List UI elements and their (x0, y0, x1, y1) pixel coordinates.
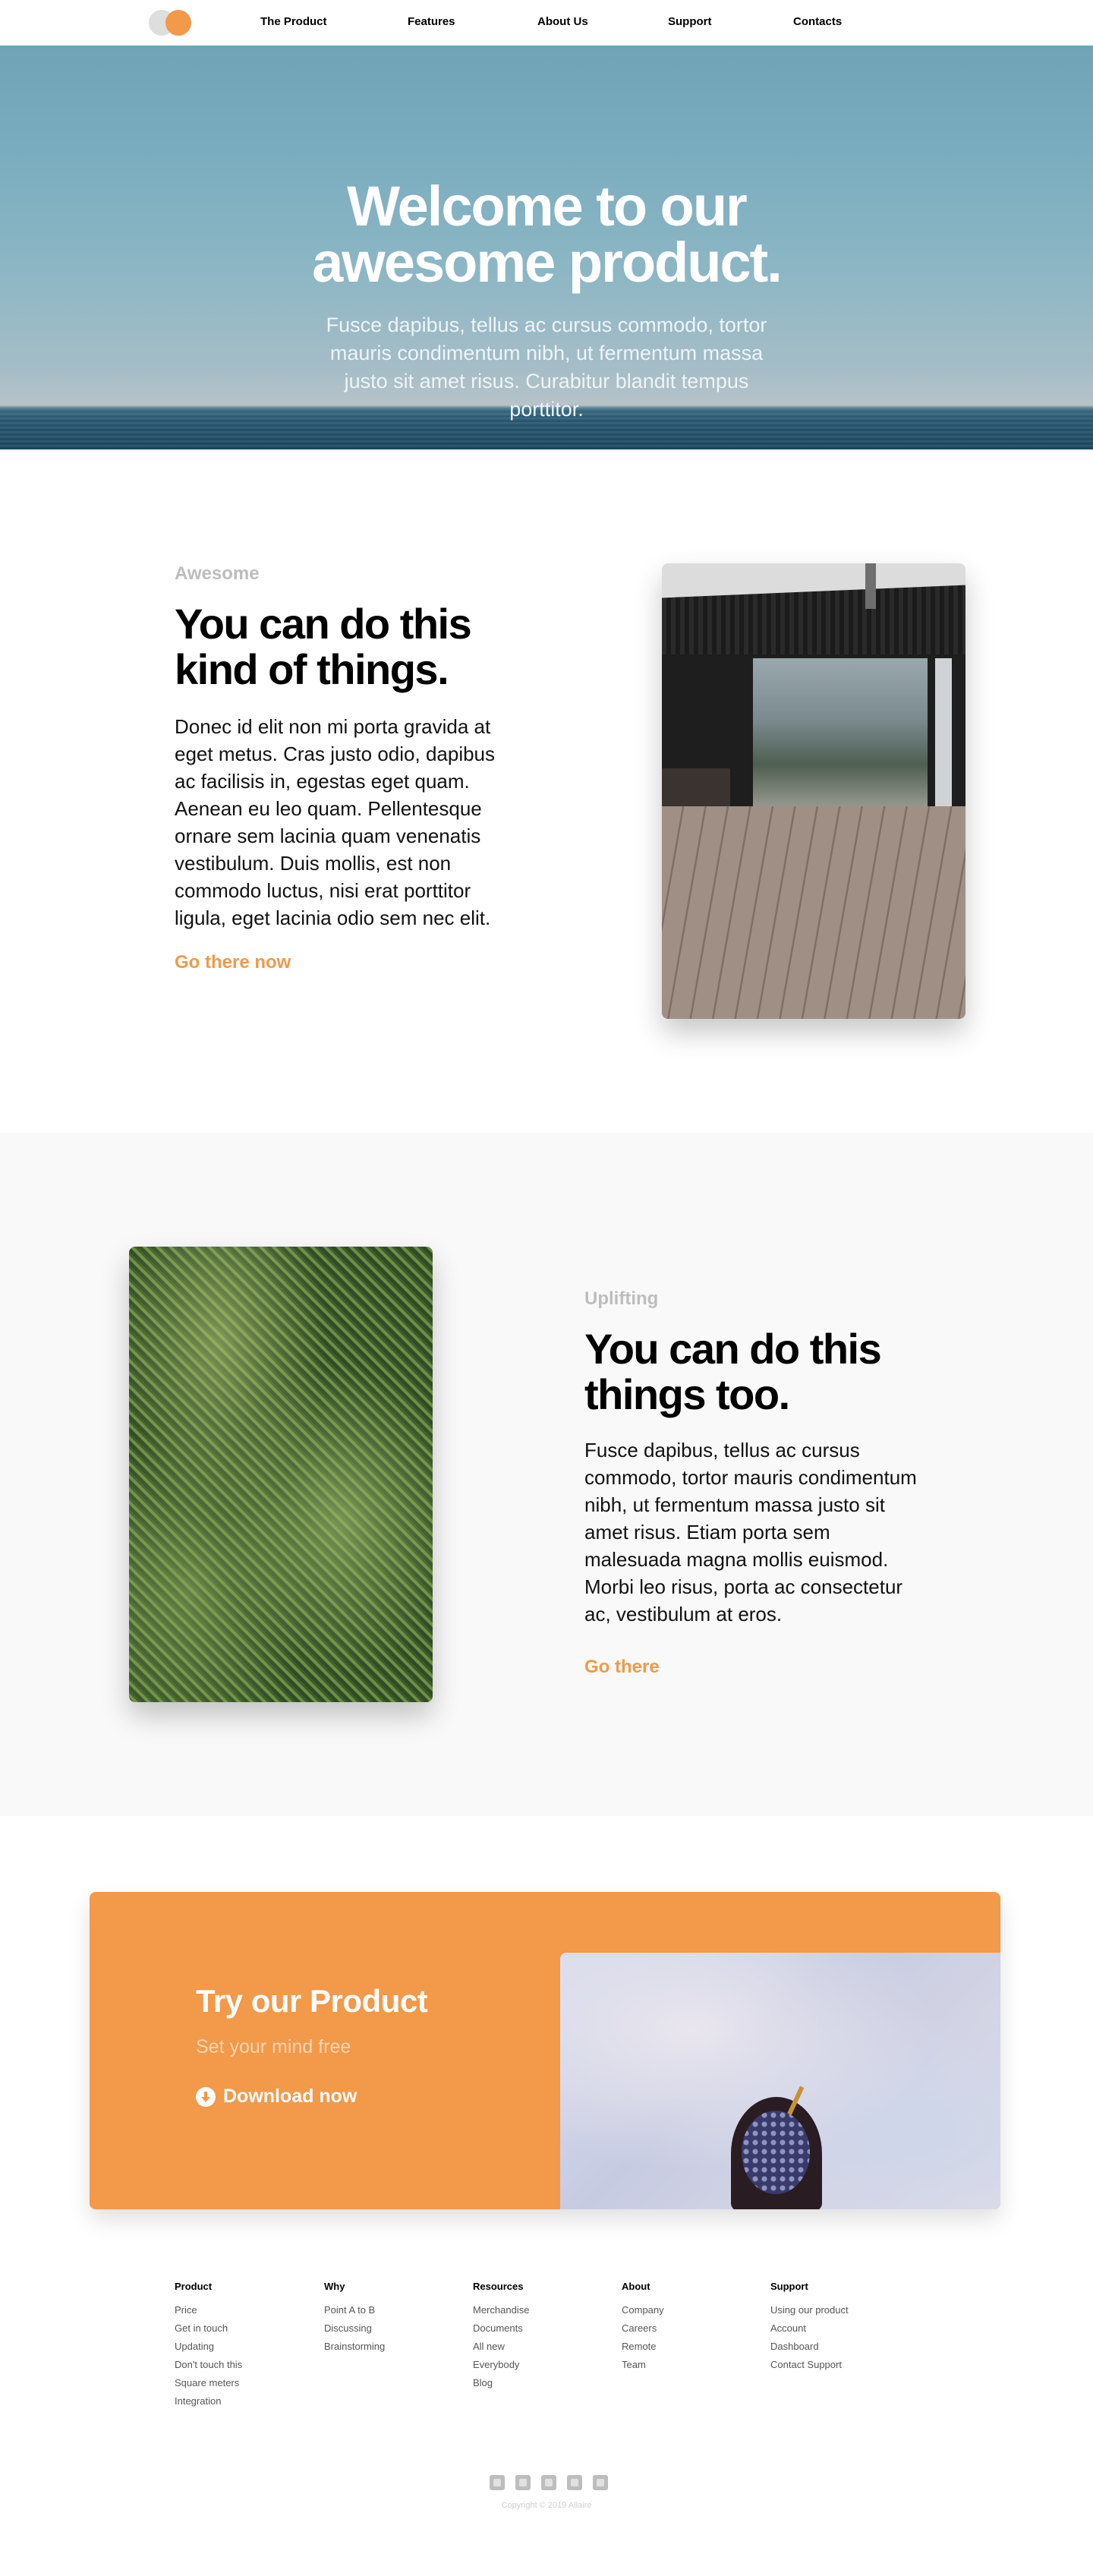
social-links (490, 2475, 608, 2490)
copyright-text: Copyright © 2019 Allaire (501, 2501, 592, 2510)
footer-link[interactable]: Discussing (324, 2319, 385, 2338)
nav-link-about-us[interactable]: About Us (537, 15, 588, 28)
section-title-line-2: things too. (584, 1370, 790, 1418)
footer-link[interactable]: Company (622, 2301, 664, 2319)
footer-link[interactable]: Brainstorming (324, 2338, 385, 2356)
nav-link-support[interactable]: Support (668, 15, 712, 28)
cta-title: Try our Product (196, 1983, 428, 2019)
section-title-line-2: kind of things. (175, 645, 449, 693)
section-eyebrow: Uplifting (584, 1288, 659, 1309)
footer-link[interactable]: Square meters (175, 2374, 242, 2392)
footer-column-why: Why Point A to B Discussing Brainstormin… (324, 2281, 385, 2356)
github-icon[interactable] (593, 2475, 608, 2490)
footer-heading: Resources (473, 2281, 524, 2292)
footer-link[interactable]: Updating (175, 2338, 242, 2356)
go-there-now-link[interactable]: Go there now (175, 952, 291, 973)
download-label: Download now (223, 2086, 358, 2107)
section-title: You can do this things too. (584, 1326, 949, 1417)
section-eyebrow: Awesome (175, 563, 260, 584)
footer-link[interactable]: Remote (622, 2338, 664, 2356)
footer-column-resources: Resources Merchandise Documents All new … (473, 2281, 529, 2392)
youtube-icon[interactable] (567, 2475, 582, 2490)
footer-link[interactable]: Account (770, 2319, 849, 2338)
cta-section: Try our Product Set your mind free Downl… (0, 1816, 1093, 2281)
footer-link[interactable]: Documents (473, 2319, 529, 2338)
download-now-button[interactable]: Download now (196, 2086, 357, 2108)
twitter-icon[interactable] (490, 2475, 505, 2490)
facebook-icon[interactable] (515, 2475, 531, 2490)
instagram-icon[interactable] (541, 2475, 556, 2490)
footer-heading: Product (175, 2281, 213, 2292)
download-icon (196, 2086, 216, 2107)
section-body: Fusce dapibus, tellus ac cursus commodo,… (584, 1439, 917, 1625)
section-body: Donec id elit non mi porta gravida at eg… (175, 715, 496, 929)
footer-link[interactable]: Dashboard (770, 2338, 849, 2356)
footer-heading: Why (324, 2281, 345, 2292)
feature-section-awesome: Awesome You can do this kind of things. … (0, 449, 1093, 1133)
hero-title: Welcome to our awesome product. (0, 178, 1093, 291)
footer-link[interactable]: Using our product (770, 2301, 849, 2319)
footer-link[interactable]: Merchandise (473, 2301, 529, 2319)
house-deck-image (662, 563, 965, 1019)
hero-section: Welcome to our awesome product. Fusce da… (0, 46, 1093, 449)
nav-link-the-product[interactable]: The Product (260, 15, 327, 28)
footer-link[interactable]: Integration (175, 2392, 242, 2410)
feature-section-uplifting: Uplifting You can do this things too. Fu… (0, 1133, 1093, 1816)
footer-link[interactable]: All new (473, 2338, 529, 2356)
footer-link[interactable]: Don't touch this (175, 2356, 242, 2374)
footer-column-support: Support Using our product Account Dashbo… (770, 2281, 849, 2374)
footer-link[interactable]: Team (622, 2356, 664, 2374)
nav-link-features[interactable]: Features (408, 15, 455, 28)
nav-links: The Product Features About Us Support Co… (0, 0, 1093, 46)
berries-bowl-image (560, 1953, 1000, 2209)
footer-heading: About (622, 2281, 650, 2292)
section-title-line-1: You can do this (584, 1325, 882, 1373)
footer-link[interactable]: Everybody (473, 2356, 529, 2374)
nav-link-contacts[interactable]: Contacts (793, 15, 842, 28)
footer-link[interactable]: Get in touch (175, 2319, 242, 2338)
go-there-link[interactable]: Go there (584, 1657, 660, 1678)
footer-heading: Support (770, 2281, 808, 2292)
top-nav: The Product Features About Us Support Co… (0, 0, 1093, 46)
hero-title-line-1: Welcome to our (347, 175, 748, 238)
section-title: You can do this kind of things. (175, 601, 554, 692)
footer-link[interactable]: Price (175, 2301, 242, 2319)
footer-link[interactable]: Contact Support (770, 2356, 849, 2374)
footer-column-product: Product Price Get in touch Updating Don'… (175, 2281, 242, 2410)
hero-subtitle: Fusce dapibus, tellus ac cursus commodo,… (326, 314, 767, 421)
fern-image (129, 1247, 433, 1702)
footer-link[interactable]: Careers (622, 2319, 664, 2338)
cta-card: Try our Product Set your mind free Downl… (90, 1892, 1000, 2209)
section-title-line-1: You can do this (175, 600, 472, 648)
footer-column-about: About Company Careers Remote Team (622, 2281, 664, 2374)
cta-subtitle: Set your mind free (196, 2036, 351, 2057)
hero-title-line-2: awesome product. (312, 231, 783, 294)
footer-link[interactable]: Blog (473, 2374, 529, 2392)
footer-link[interactable]: Point A to B (324, 2301, 385, 2319)
footer: Product Price Get in touch Updating Don'… (0, 2281, 1093, 2570)
